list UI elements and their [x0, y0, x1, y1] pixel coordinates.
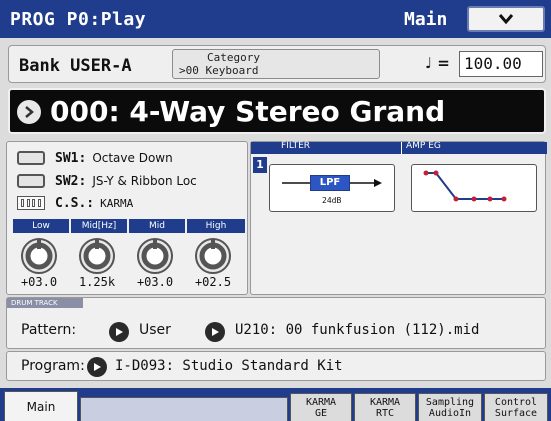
program-select-button[interactable] [17, 100, 41, 124]
tab-karma-rtc-line1: KARMA [369, 397, 401, 408]
page-menu-button[interactable] [467, 6, 545, 32]
arrow-right-icon [211, 328, 219, 336]
lpf-block: LPF [310, 175, 350, 191]
tab-karma-ge-line2: GE [314, 408, 328, 419]
category-value: >00 Keyboard [179, 64, 259, 77]
sw1-name: SW1: [55, 150, 87, 166]
program-name: 000: 4-Way Stereo Grand [50, 95, 446, 128]
page-tab-bar: Main KARMA GE KARMA RTC Sampling AudioIn… [0, 388, 551, 421]
filter-slope: 24dB [322, 196, 342, 205]
drum-track-panel: DRUM TRACK Pattern: User U210: 00 funkfu… [6, 297, 546, 349]
sw1-row[interactable]: SW1: Octave Down [17, 149, 173, 167]
eq-mid-knob[interactable]: +03.0 [127, 237, 183, 293]
eq-high-value: +02.5 [194, 275, 232, 289]
header-divider [401, 142, 402, 154]
category-label: Category [207, 51, 260, 64]
arrow-right-icon [115, 328, 123, 336]
eq-low-knob[interactable]: +03.0 [11, 237, 67, 293]
sw1-button[interactable] [17, 151, 45, 165]
tab-spacer [80, 397, 288, 421]
category-button[interactable]: Category >00 Keyboard [172, 49, 380, 79]
drum-program-row: Program: I-D093: Studio Standard Kit [6, 351, 546, 381]
filter-amp-panel: FILTER AMP EG 1 LPF 24dB [250, 141, 547, 295]
tempo-field[interactable]: 100.00 [459, 51, 543, 77]
eq-mid-freq-value: 1.25k [78, 275, 116, 289]
pattern-bank-button[interactable] [109, 322, 129, 342]
filter-amp-header: FILTER AMP EG [251, 141, 547, 154]
tab-karma-ge-line1: KARMA [305, 397, 337, 408]
switch-eq-panel: SW1: Octave Down SW2: JS-Y & Ribbon Loc … [6, 141, 248, 295]
sw2-function: JS-Y & Ribbon Loc [92, 174, 197, 188]
program-select-bar[interactable]: 000: 4-Way Stereo Grand [8, 88, 546, 134]
tab-sampling-line1: Sampling [425, 397, 475, 408]
filter-button[interactable]: LPF 24dB [269, 164, 395, 212]
page-title: Main [404, 9, 448, 30]
filter-header: FILTER [281, 141, 311, 151]
eq-knobs: +03.0 1.25k +03.0 +02.5 [11, 237, 245, 293]
pattern-value: U210: 00 funkfusion (112).mid [235, 322, 480, 338]
drum-track-header: DRUM TRACK [7, 298, 83, 308]
bank-label: Bank USER-A [19, 56, 132, 76]
drum-program-button[interactable] [87, 357, 107, 377]
amp-eg-header: AMP EG [406, 141, 441, 151]
eq-header-mid: Mid [129, 219, 185, 233]
tempo-symbol: ♩ = [425, 54, 450, 72]
tab-karma-rtc-line2: RTC [375, 408, 395, 419]
amp-eg-button[interactable] [411, 164, 537, 212]
eq-mid-freq-knob[interactable]: 1.25k [69, 237, 125, 293]
pattern-bank: User [139, 322, 171, 338]
osc-badge: 1 [253, 157, 267, 173]
cs-name: C.S.: [55, 195, 95, 211]
eq-header: Low Mid[Hz] Mid High [13, 219, 245, 233]
pattern-select-button[interactable] [205, 322, 225, 342]
tab-control-line1: Control [494, 397, 538, 408]
eq-header-mid-freq: Mid[Hz] [71, 219, 127, 233]
tab-sampling-audioin[interactable]: Sampling AudioIn [418, 393, 482, 421]
eq-low-value: +03.0 [20, 275, 58, 289]
sw2-row[interactable]: SW2: JS-Y & Ribbon Loc [17, 172, 197, 190]
eq-header-high: High [187, 219, 245, 233]
tab-control-surface[interactable]: Control Surface [484, 393, 548, 421]
tab-control-line2: Surface [494, 408, 538, 419]
sw2-button[interactable] [17, 174, 45, 188]
knob-icon [79, 238, 115, 274]
sw2-name: SW2: [55, 173, 87, 189]
tab-karma-ge[interactable]: KARMA GE [290, 393, 352, 421]
mode-title: PROG P0:Play [10, 9, 147, 30]
knob-icon [137, 238, 173, 274]
eq-mid-value: +03.0 [136, 275, 174, 289]
chevron-down-icon [498, 14, 514, 25]
cs-function: KARMA [100, 196, 134, 210]
tab-main[interactable]: Main [4, 391, 78, 421]
tab-karma-rtc[interactable]: KARMA RTC [354, 393, 416, 421]
knob-icon [21, 238, 57, 274]
arrow-right-icon [25, 106, 34, 118]
cs-row[interactable]: C.S.: KARMA [17, 194, 133, 212]
envelope-graph-icon [423, 170, 507, 202]
eq-high-knob[interactable]: +02.5 [185, 237, 241, 293]
eq-header-low: Low [13, 219, 69, 233]
tab-sampling-line2: AudioIn [428, 408, 472, 419]
pattern-label: Pattern: [21, 322, 77, 338]
title-bar: PROG P0:Play Main [0, 0, 551, 38]
drum-program-label: Program: [21, 358, 85, 374]
prog-play-screen: PROG P0:Play Main Bank USER-A Category >… [0, 0, 551, 421]
knob-icon [195, 238, 231, 274]
drum-program-value: I-D093: Studio Standard Kit [115, 358, 343, 374]
sw1-function: Octave Down [92, 151, 173, 165]
control-surface-icon [17, 196, 45, 210]
bank-row: Bank USER-A Category >00 Keyboard ♩ = 10… [8, 45, 546, 83]
arrow-right-icon [93, 363, 101, 371]
